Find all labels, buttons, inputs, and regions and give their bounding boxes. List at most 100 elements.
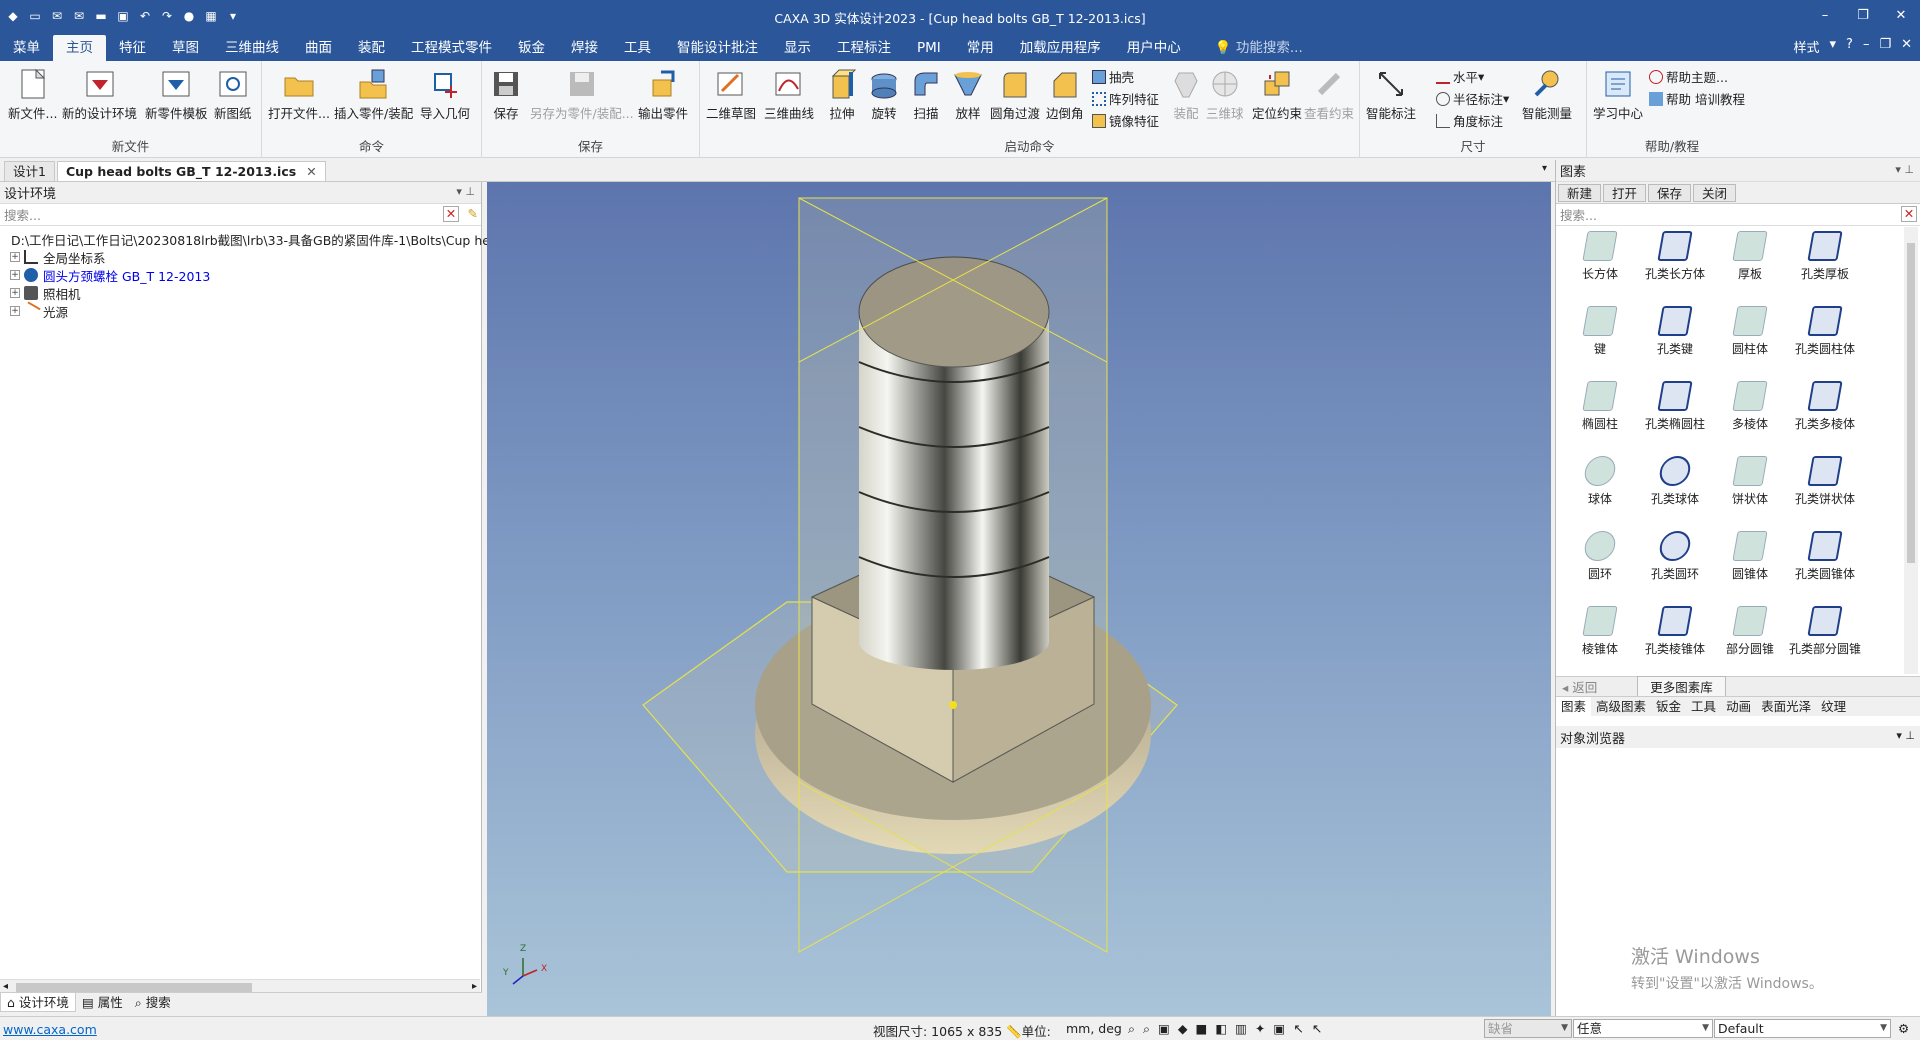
close-tab-icon[interactable]: ✕ (306, 164, 316, 179)
tab-advanced-elements[interactable]: 高级图素 (1591, 697, 1651, 716)
tabs-dropdown-icon[interactable]: ▾ (1542, 163, 1547, 174)
grid-icon[interactable]: ▦ (202, 7, 220, 25)
style-combo[interactable]: Default ▼ (1714, 1019, 1891, 1038)
catalog-item[interactable]: 长方体 (1560, 227, 1640, 297)
new-file-icon[interactable]: ▭ (26, 7, 44, 25)
catalog-item[interactable]: 饼状体 (1710, 452, 1790, 522)
chamfer-button[interactable]: 边倒角 (1046, 67, 1084, 122)
new-design-env-button[interactable]: 新的设计环境 (62, 67, 137, 122)
filter-icon[interactable]: ✎ (468, 206, 478, 221)
menu-item[interactable]: 三维曲线 (212, 35, 292, 61)
import-geometry-button[interactable]: 导入几何 (420, 67, 470, 122)
menu-item[interactable]: 显示 (771, 35, 824, 61)
3d-viewport[interactable]: Z X Y (487, 182, 1551, 1016)
new-file-button[interactable]: 新文件... (8, 67, 57, 122)
tree-node-root[interactable]: D:\工作日记\工作日记\20230818lrb截图\lrb\33-具备GB的紧… (2, 230, 490, 248)
settings-icon[interactable]: ⚙ (1898, 1021, 1909, 1036)
tree-node-global-coords[interactable]: + 全局坐标系 (2, 248, 479, 266)
style-menu[interactable]: 样式 (1793, 37, 1819, 56)
menu-item[interactable]: 工具 (611, 35, 664, 61)
catalog-item[interactable]: 厚板 (1710, 227, 1790, 297)
lighting-icon[interactable]: ✦ (1255, 1021, 1273, 1036)
menu-item[interactable]: 加载应用程序 (1007, 35, 1114, 61)
filter-combo[interactable]: 缺省 ▼ (1484, 1019, 1572, 1038)
catalog-item[interactable]: 孔类长方体 (1635, 227, 1715, 297)
catalog-item[interactable]: 圆柱体 (1710, 302, 1790, 372)
restore-button[interactable]: ❐ (1844, 0, 1882, 31)
horizontal-dim-button[interactable]: 水平 ▾ (1436, 67, 1484, 86)
close-catalog-button[interactable]: 关闭 (1693, 183, 1737, 202)
menu-item[interactable]: 草图 (159, 35, 212, 61)
stop-icon[interactable]: ● (180, 7, 198, 25)
view-orient-icon[interactable]: ▣ (1158, 1021, 1178, 1036)
catalog-item[interactable]: 孔类椭圆柱 (1635, 377, 1715, 447)
catalog-search-input[interactable]: 搜索... ✕ (1556, 204, 1920, 226)
fillet-button[interactable]: 圆角过渡 (990, 67, 1040, 122)
zoom-window-icon[interactable]: ⌕ (1143, 1021, 1158, 1036)
3d-ball-button[interactable]: 三维球 (1206, 67, 1244, 122)
undo-icon[interactable]: ↶ (136, 7, 154, 25)
catalog-item[interactable]: 多棱体 (1710, 377, 1790, 447)
back-button[interactable]: ◂ 返回 (1562, 677, 1597, 696)
catalog-item[interactable]: 圆环 (1560, 527, 1640, 597)
catalog-item[interactable]: 孔类部分圆锥 (1785, 602, 1865, 672)
open-folder-icon[interactable]: ▬ (92, 7, 110, 25)
tab-animation[interactable]: 动画 (1721, 697, 1756, 716)
website-link[interactable]: www.caxa.com (3, 1022, 97, 1037)
zoom-icon[interactable]: ⌕ (1128, 1021, 1143, 1036)
mail-icon[interactable]: ✉ (48, 7, 66, 25)
sweep-button[interactable]: 扫描 (910, 67, 942, 122)
render-mode-icon[interactable]: ◆ (1178, 1021, 1196, 1036)
cube-icon[interactable]: ▥ (1235, 1021, 1255, 1036)
menu-item-home[interactable]: 主页 (53, 35, 106, 61)
menu-item[interactable]: 特征 (106, 35, 159, 61)
menu-item[interactable]: 装配 (345, 35, 398, 61)
menu-item[interactable]: 智能设计批注 (664, 35, 771, 61)
clear-search-icon[interactable]: ✕ (1901, 206, 1917, 222)
scroll-thumb[interactable] (1907, 243, 1915, 563)
tab-design1[interactable]: 设计1 (4, 161, 55, 181)
tab-properties[interactable]: ▤ 属性 (76, 993, 129, 1012)
2d-sketch-button[interactable]: 二维草图 (706, 67, 756, 122)
help-topics-button[interactable]: 帮助主题... (1649, 67, 1728, 86)
tree-node-camera[interactable]: + 照相机 (2, 284, 479, 302)
assembly-button[interactable]: 装配 (1170, 67, 1202, 122)
pointer-icon[interactable]: ↖ (1312, 1021, 1330, 1036)
catalog-item[interactable]: 椭圆柱 (1560, 377, 1640, 447)
bolt-model[interactable] (487, 182, 1551, 1016)
revolve-button[interactable]: 旋转 (868, 67, 900, 122)
learning-center-button[interactable]: 学习中心 (1593, 67, 1643, 122)
catalog-item[interactable]: 孔类圆锥体 (1785, 527, 1865, 597)
save-catalog-button[interactable]: 保存 (1648, 183, 1692, 202)
insert-part-button[interactable]: 插入零件/装配 (334, 67, 413, 122)
smart-dimension-button[interactable]: 智能标注 (1366, 67, 1416, 122)
camera-view-icon[interactable]: ▣ (1273, 1021, 1293, 1036)
pin-icon[interactable]: ▾ ⊥ (1896, 729, 1915, 742)
close-button[interactable]: ✕ (1882, 0, 1920, 31)
menu-item[interactable]: 用户中心 (1114, 35, 1194, 61)
open-catalog-button[interactable]: 打开 (1603, 183, 1647, 202)
menu-item[interactable]: 工程模式零件 (398, 35, 505, 61)
selection-mode-combo[interactable]: 任意 ▼ (1573, 1019, 1713, 1038)
catalog-item[interactable]: 棱锥体 (1560, 602, 1640, 672)
mirror-feature-button[interactable]: 镜像特征 (1092, 111, 1159, 130)
tab-surface-finish[interactable]: 表面光泽 (1756, 697, 1816, 716)
catalog-item[interactable]: 键 (1560, 302, 1640, 372)
menu-item[interactable]: 常用 (954, 35, 1007, 61)
doc-restore-icon[interactable]: ❐ (1879, 37, 1891, 56)
menu-item[interactable]: 钣金 (505, 35, 558, 61)
minimize-button[interactable]: – (1806, 0, 1844, 31)
catalog-item[interactable]: 孔类键 (1635, 302, 1715, 372)
doc-minimize-icon[interactable]: – (1863, 37, 1870, 56)
tab-search[interactable]: ⌕ 搜索 (129, 993, 177, 1012)
new-drawing-button[interactable]: 新图纸 (214, 67, 252, 122)
tab-elements[interactable]: 图素 (1556, 697, 1592, 716)
redo-icon[interactable]: ↷ (158, 7, 176, 25)
catalog-item[interactable]: 孔类厚板 (1785, 227, 1865, 297)
smart-measure-button[interactable]: 智能测量 (1522, 67, 1572, 122)
tab-cup-head-bolts[interactable]: Cup head bolts GB_T 12-2013.ics ✕ (56, 161, 326, 181)
catalog-item[interactable]: 孔类棱锥体 (1635, 602, 1715, 672)
select-arrow-icon[interactable]: ↖ (1293, 1021, 1311, 1036)
tab-texture[interactable]: 纹理 (1816, 697, 1851, 716)
angle-dim-button[interactable]: 角度标注 (1436, 111, 1503, 130)
